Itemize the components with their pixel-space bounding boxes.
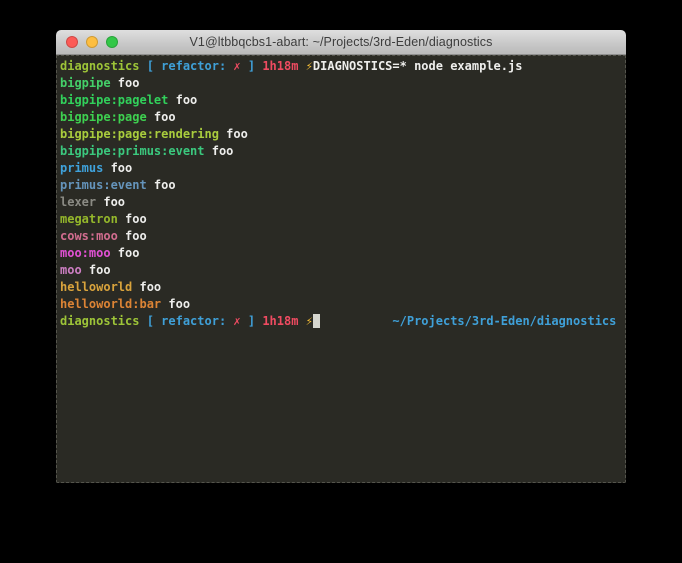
terminal-line: bigpipe foo [60, 75, 622, 92]
terminal-text [320, 314, 392, 328]
terminal-text: diagnostics [60, 314, 139, 328]
terminal-text: helloworld:bar [60, 297, 161, 311]
terminal-text: primus [60, 161, 103, 175]
terminal-text: bigpipe:pagelet [60, 93, 168, 107]
terminal-text: helloworld [60, 280, 132, 294]
terminal-line: bigpipe:page:rendering foo [60, 126, 622, 143]
terminal-line: bigpipe:pagelet foo [60, 92, 622, 109]
terminal-line: diagnostics [ refactor: ✗ ] 1h18m ⚡ ~/Pr… [60, 313, 622, 330]
terminal-text: primus:event [60, 178, 147, 192]
terminal-text: foo [82, 263, 111, 277]
minimize-button[interactable] [86, 36, 98, 48]
terminal-line: lexer foo [60, 194, 622, 211]
zoom-button[interactable] [106, 36, 118, 48]
terminal-line: cows:moo foo [60, 228, 622, 245]
terminal-text: foo [219, 127, 248, 141]
terminal-window: V1@ltbbqcbs1-abart: ~/Projects/3rd-Eden/… [56, 30, 626, 483]
terminal-text: foo [111, 76, 140, 90]
terminal-text: foo [132, 280, 161, 294]
terminal-text: moo:moo [60, 246, 111, 260]
terminal-text: diagnostics [60, 59, 139, 73]
terminal-line: helloworld foo [60, 279, 622, 296]
terminal-line: moo foo [60, 262, 622, 279]
terminal-text: [ refactor: [139, 314, 233, 328]
terminal-text: ~/Projects/3rd-Eden/diagnostics [392, 314, 616, 328]
terminal-text: foo [161, 297, 190, 311]
close-button[interactable] [66, 36, 78, 48]
terminal-text: ⚡ [306, 314, 313, 328]
terminal-text: moo [60, 263, 82, 277]
terminal-text: foo [147, 178, 176, 192]
terminal-line: moo:moo foo [60, 245, 622, 262]
terminal-text: foo [205, 144, 234, 158]
terminal-text [298, 314, 305, 328]
terminal-text: [ refactor: [139, 59, 233, 73]
terminal-text: DIAGNOSTICS=* node example.js [313, 59, 523, 73]
terminal-text: ] [241, 314, 263, 328]
terminal-line: primus:event foo [60, 177, 622, 194]
window-title: V1@ltbbqcbs1-abart: ~/Projects/3rd-Eden/… [189, 35, 492, 49]
terminal-text: foo [147, 110, 176, 124]
terminal-text: bigpipe [60, 76, 111, 90]
terminal-text: bigpipe:primus:event [60, 144, 205, 158]
terminal-text: lexer [60, 195, 96, 209]
terminal-line: bigpipe:page foo [60, 109, 622, 126]
terminal-text [298, 59, 305, 73]
terminal-text: 1h18m [262, 314, 298, 328]
titlebar[interactable]: V1@ltbbqcbs1-abart: ~/Projects/3rd-Eden/… [56, 30, 626, 55]
terminal-text: 1h18m [262, 59, 298, 73]
terminal-line: diagnostics [ refactor: ✗ ] 1h18m ⚡DIAGN… [60, 58, 622, 75]
terminal-text: foo [111, 246, 140, 260]
terminal-line: megatron foo [60, 211, 622, 228]
terminal-text: foo [103, 161, 132, 175]
terminal-text: foo [118, 229, 147, 243]
terminal-text: foo [96, 195, 125, 209]
terminal-text: ] [241, 59, 263, 73]
terminal-text: ✗ [233, 59, 240, 73]
terminal-text: ✗ [233, 314, 240, 328]
terminal-line: primus foo [60, 160, 622, 177]
terminal-text: foo [118, 212, 147, 226]
terminal-text: cows:moo [60, 229, 118, 243]
terminal-line: helloworld:bar foo [60, 296, 622, 313]
traffic-lights [66, 36, 118, 48]
terminal-text: bigpipe:page [60, 110, 147, 124]
terminal-text: ⚡ [306, 59, 313, 73]
terminal-output[interactable]: diagnostics [ refactor: ✗ ] 1h18m ⚡DIAGN… [56, 55, 626, 483]
terminal-text: megatron [60, 212, 118, 226]
terminal-text: bigpipe:page:rendering [60, 127, 219, 141]
terminal-line: bigpipe:primus:event foo [60, 143, 622, 160]
terminal-text: foo [168, 93, 197, 107]
